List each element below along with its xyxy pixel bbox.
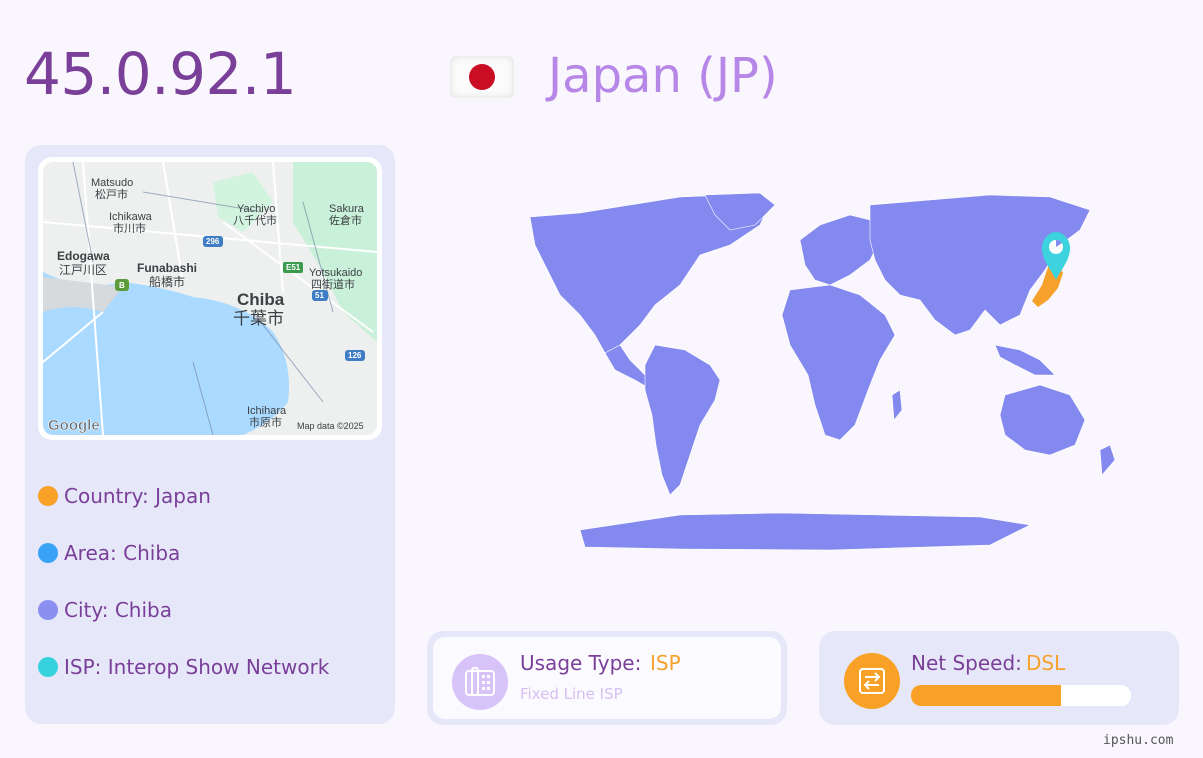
- map-label-sakura-jp: 佐倉市: [329, 213, 362, 227]
- phone-icon: [452, 654, 508, 710]
- map-label-funabashi-jp: 船橋市: [149, 274, 185, 289]
- net-speed-value: DSL: [1026, 651, 1066, 675]
- info-country: Country: Japan: [38, 467, 329, 524]
- net-speed-label: Net Speed:: [911, 651, 1022, 675]
- info-area: Area: Chiba: [38, 524, 329, 581]
- city-dot-icon: [38, 599, 58, 620]
- info-city-label: City: Chiba: [64, 597, 172, 622]
- map-label-funabashi: Funabashi: [137, 261, 197, 275]
- map-label-ichikawa-jp: 市川市: [113, 221, 146, 235]
- map-label-ichihara: Ichihara: [247, 405, 287, 417]
- network-icon: [844, 653, 900, 709]
- google-logo: Google: [48, 417, 100, 434]
- info-city: City: Chiba: [38, 581, 329, 638]
- map-label-yotsukaido: Yotsukaido: [309, 267, 362, 279]
- info-isp-label: ISP: Interop Show Network: [64, 654, 330, 679]
- net-speed-bar: [911, 685, 1131, 706]
- map-label-sakura: Sakura: [329, 203, 365, 215]
- map-label-matsudo: Matsudo: [91, 177, 133, 189]
- country-dot-icon: [38, 485, 58, 506]
- map-label-chiba: Chiba: [237, 290, 285, 309]
- road-b-icon: B: [119, 281, 125, 290]
- info-area-label: Area: Chiba: [64, 540, 181, 565]
- watermark: ipshu.com: [1103, 733, 1174, 748]
- japan-flag-icon: [450, 56, 514, 98]
- usage-type-label: Usage Type:: [520, 651, 642, 675]
- usage-type-card: Usage Type: ISP Fixed Line ISP: [427, 631, 787, 725]
- net-speed-card: Net Speed: DSL: [819, 631, 1179, 725]
- location-card: Matsudo 松戸市 Ichikawa 市川市 Yachiyo 八千代市 Sa…: [25, 145, 395, 724]
- location-info-list: Country: Japan Area: Chiba City: Chiba I…: [38, 467, 329, 695]
- map-label-ichikawa: Ichikawa: [109, 211, 153, 223]
- map-image[interactable]: Matsudo 松戸市 Ichikawa 市川市 Yachiyo 八千代市 Sa…: [43, 162, 377, 435]
- map-label-yachiyo-jp: 八千代市: [233, 213, 277, 227]
- road-126-icon: 126: [348, 351, 362, 360]
- map-label-ichihara-jp: 市原市: [249, 415, 282, 429]
- road-51-icon: 51: [315, 291, 324, 300]
- area-dot-icon: [38, 542, 58, 563]
- country-title: Japan (JP): [548, 48, 778, 104]
- info-country-label: Country: Japan: [64, 483, 211, 508]
- net-speed-bar-fill: [911, 685, 1061, 706]
- isp-dot-icon: [38, 656, 58, 677]
- map-label-edogawa: Edogawa: [57, 249, 110, 263]
- road-e51-icon: E51: [286, 263, 301, 272]
- location-map[interactable]: Matsudo 松戸市 Ichikawa 市川市 Yachiyo 八千代市 Sa…: [38, 157, 382, 440]
- map-label-chiba-jp: 千葉市: [233, 309, 284, 328]
- info-isp: ISP: Interop Show Network: [38, 638, 329, 695]
- map-label-matsudo-jp: 松戸市: [95, 187, 128, 201]
- ip-address-title: 45.0.92.1: [24, 40, 297, 108]
- map-label-edogawa-jp: 江戸川区: [59, 263, 107, 277]
- usage-type-subtitle: Fixed Line ISP: [520, 685, 623, 703]
- map-label-yachiyo: Yachiyo: [237, 203, 275, 215]
- road-296-icon: 296: [206, 237, 220, 246]
- map-attribution[interactable]: Map data ©2025: [297, 421, 364, 431]
- map-label-yotsukaido-jp: 四街道市: [311, 277, 355, 291]
- usage-type-value: ISP: [650, 651, 681, 675]
- world-map: [529, 192, 1116, 551]
